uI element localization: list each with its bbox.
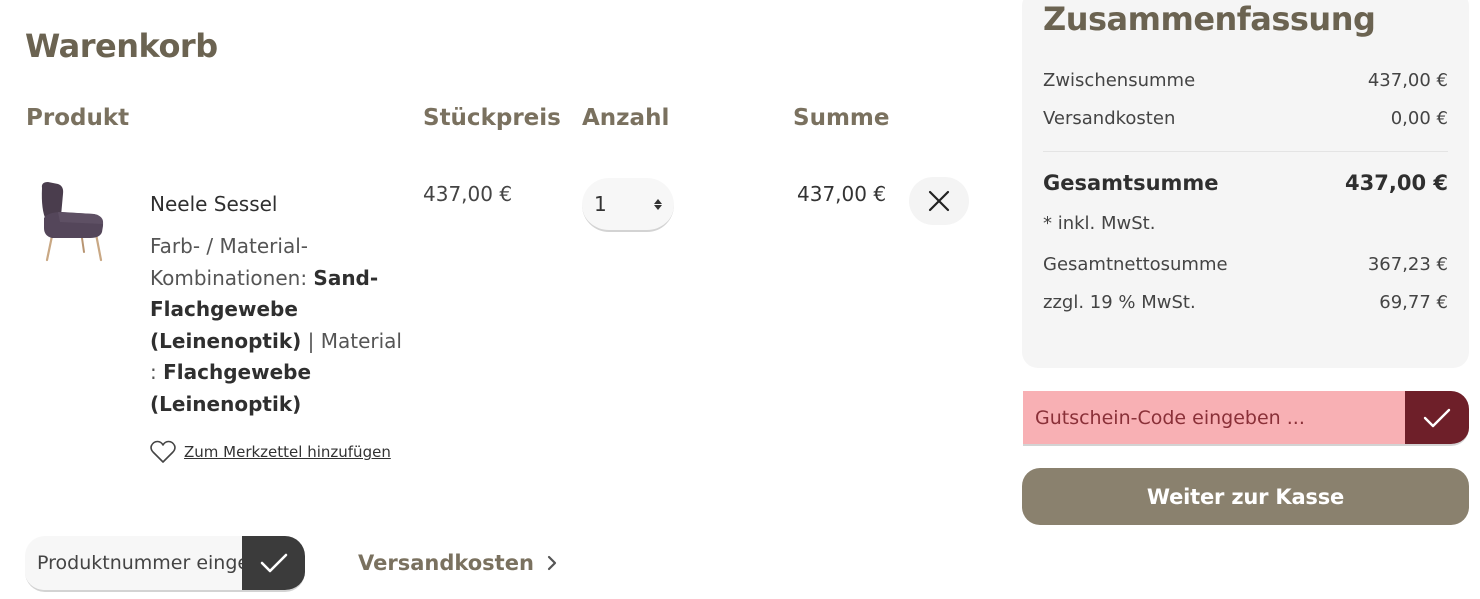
product-image[interactable] [38, 180, 108, 264]
heart-icon [150, 440, 176, 463]
product-number-input[interactable] [25, 536, 242, 590]
subtotal-label: Zwischensumme [1043, 70, 1196, 91]
shipping-value: 0,00 € [1390, 108, 1448, 129]
option-separator: | [301, 328, 321, 353]
shipping-costs-link[interactable]: Versandkosten [358, 551, 558, 575]
product-options: Farb- / Material-Kombinationen: Sand-Fla… [150, 231, 412, 420]
check-icon [1423, 408, 1451, 427]
column-header-product: Produkt [26, 105, 130, 131]
tax-row: zzgl. 19 % MwSt. 69,77 € [1043, 292, 1448, 313]
page: Warenkorb Produkt Stückpreis Anzahl Summ… [0, 0, 1480, 599]
total-label: Gesamtsumme [1043, 171, 1219, 195]
column-header-quantity: Anzahl [582, 105, 670, 131]
summary-divider [1043, 151, 1448, 152]
quantity-value: 1 [594, 192, 607, 216]
subtotal-value: 437,00 € [1367, 70, 1448, 91]
product-number-submit-button[interactable] [242, 536, 305, 590]
shipping-label: Versandkosten [1043, 108, 1176, 129]
unit-price: 437,00 € [423, 182, 513, 206]
product-name[interactable]: Neele Sessel [150, 192, 278, 216]
checkout-button[interactable]: Weiter zur Kasse [1022, 468, 1469, 525]
subtotal-row: Zwischensumme 437,00 € [1043, 70, 1448, 91]
line-total: 437,00 € [797, 182, 887, 206]
quantity-select[interactable]: 1 [582, 178, 674, 232]
option-label-color-material: Farb- / Material-Kombinationen: [150, 234, 314, 290]
voucher-submit-button[interactable] [1405, 391, 1469, 444]
shipping-costs-label[interactable]: Versandkosten [358, 551, 534, 575]
net-total-value: 367,23 € [1367, 254, 1448, 275]
add-to-wishlist-link[interactable]: Zum Merkzettel hinzufügen [150, 440, 391, 464]
voucher-form [1023, 391, 1469, 446]
shipping-row: Versandkosten 0,00 € [1043, 108, 1448, 129]
total-row: Gesamtsumme 437,00 € [1043, 171, 1448, 195]
net-total-label: Gesamtnettosumme [1043, 254, 1228, 275]
vat-note: * inkl. MwSt. [1043, 213, 1156, 234]
wishlist-label[interactable]: Zum Merkzettel hinzufügen [184, 443, 391, 461]
tax-label: zzgl. 19 % MwSt. [1043, 292, 1196, 313]
net-total-row: Gesamtnettosumme 367,23 € [1043, 254, 1448, 275]
check-icon [260, 553, 287, 573]
product-number-form [25, 536, 305, 592]
cart-title: Warenkorb [25, 27, 218, 65]
column-header-unit-price: Stückpreis [423, 105, 561, 131]
voucher-code-input[interactable] [1023, 391, 1405, 444]
option-value-material: Flachgewebe (Leinenoptik) [150, 360, 312, 416]
summary-title: Zusammenfassung [1043, 0, 1376, 38]
close-icon [928, 190, 950, 212]
chevron-right-icon [547, 555, 557, 571]
total-value: 437,00 € [1345, 171, 1448, 195]
tax-value: 69,77 € [1379, 292, 1448, 313]
select-arrows-icon [654, 198, 662, 210]
column-header-sum: Summe [793, 105, 890, 131]
remove-item-button[interactable] [909, 177, 969, 225]
